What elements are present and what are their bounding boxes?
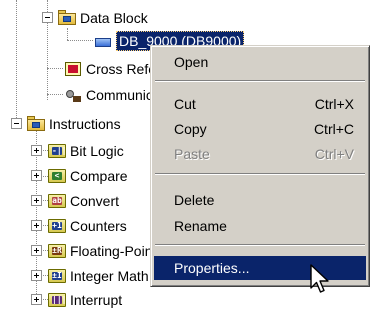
tree-node-counters[interactable]: +1 Counters [47, 216, 127, 235]
tree-node-convert[interactable]: ab Convert [47, 191, 119, 210]
instructions-icon [26, 115, 46, 132]
tree-line [47, 94, 63, 95]
tree-line [47, 68, 63, 69]
expand-integer-math-toggle[interactable] [31, 270, 42, 281]
expand-floating-point-toggle[interactable] [31, 245, 42, 256]
menu-item-cut[interactable]: Cut Ctrl+X [154, 92, 366, 116]
menu-shortcut: Ctrl+X [314, 96, 354, 112]
menu-item-rename[interactable]: Rename [154, 214, 366, 238]
tree-node-label: Compare [70, 167, 128, 184]
cross-reference-icon [63, 61, 83, 77]
expand-convert-toggle[interactable] [31, 195, 42, 206]
collapse-instructions-toggle[interactable] [11, 118, 22, 129]
menu-item-label: Delete [174, 192, 215, 208]
tree-node-label: Data Block [80, 9, 148, 26]
menu-item-paste: Paste Ctrl+V [154, 142, 366, 166]
tree-node-interrupt[interactable]: ||| Interrupt [47, 290, 122, 309]
data-block-icon [57, 9, 77, 26]
communications-icon [63, 87, 83, 103]
context-menu: Open Cut Ctrl+X Copy Ctrl+C Paste Ctrl+V… [150, 45, 370, 287]
menu-item-label: Paste [174, 146, 210, 162]
tree-node-label: Interrupt [70, 291, 123, 308]
menu-item-label: Copy [174, 121, 207, 137]
tree-line [16, 0, 17, 118]
tree-node-data-block[interactable]: Data Block [57, 8, 148, 27]
tree-node-label: Integer Math [70, 267, 149, 284]
collapse-data-block-toggle[interactable] [42, 12, 53, 23]
tree-node-compare[interactable]: < Compare [47, 166, 128, 185]
menu-shortcut: Ctrl+V [314, 146, 354, 162]
tree-node-integer-math[interactable]: ±I Integer Math [47, 266, 149, 285]
tree-line [67, 40, 93, 41]
menu-item-properties[interactable]: Properties... [154, 256, 366, 280]
tree-node-label: Counters [70, 217, 127, 234]
mouse-pointer-icon [310, 264, 329, 293]
expand-counters-toggle[interactable] [31, 220, 42, 231]
menu-item-label: Rename [174, 218, 227, 234]
convert-icon: ab [47, 193, 67, 209]
tree-node-bit-logic[interactable]: -|| Bit Logic [47, 141, 124, 160]
counters-icon: +1 [47, 218, 67, 234]
integer-math-icon: ±I [47, 268, 67, 284]
menu-separator [155, 80, 365, 82]
tree-node-label: Bit Logic [70, 142, 124, 159]
menu-item-label: Cut [174, 96, 196, 112]
db-file-icon [93, 33, 113, 49]
tree-node-label: Convert [70, 192, 120, 209]
menu-item-delete[interactable]: Delete [154, 188, 366, 212]
tree-node-instructions[interactable]: Instructions [26, 114, 121, 133]
expand-interrupt-toggle[interactable] [31, 294, 42, 305]
menu-separator [155, 173, 365, 175]
floating-point-icon: ±R [47, 243, 67, 259]
bit-logic-icon: -|| [47, 143, 67, 159]
menu-separator [155, 244, 365, 246]
interrupt-icon: ||| [47, 292, 67, 308]
tree-line [67, 28, 68, 40]
compare-icon: < [47, 168, 67, 184]
menu-shortcut: Ctrl+C [313, 121, 354, 137]
tree-node-label: Instructions [49, 115, 121, 132]
menu-item-copy[interactable]: Copy Ctrl+C [154, 117, 366, 141]
expand-compare-toggle[interactable] [31, 170, 42, 181]
menu-item-open[interactable]: Open [154, 50, 366, 74]
expand-bit-logic-toggle[interactable] [31, 145, 42, 156]
menu-item-label: Open [174, 54, 209, 70]
